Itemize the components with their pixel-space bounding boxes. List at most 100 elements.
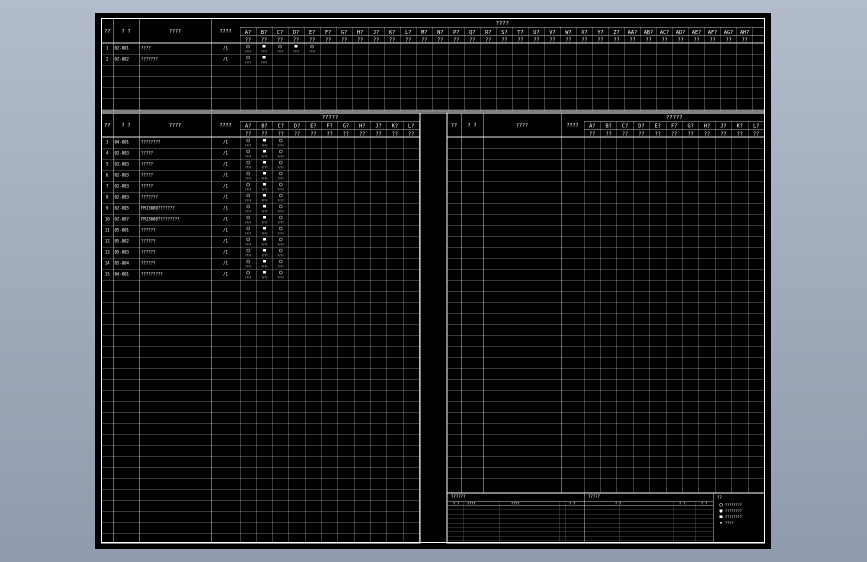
title-mid-col: ? ? [701,502,707,506]
cell-tag: ???? [261,188,268,192]
row-name: ??????? [141,57,158,62]
title-left-col: ? ? [453,502,459,506]
col-header-V: V? [549,30,555,36]
cad-drawing: ??????? ????????? A???B???C???D???E???F??… [101,18,765,544]
col-header-L: L? [405,30,411,36]
row-code: 05-002 [115,239,130,244]
cell-tag: ???? [261,144,268,148]
col-sub-header: ?? [278,132,284,138]
col-sub-header: ?? [408,132,414,138]
row-name: ?????? [141,261,156,266]
row-no: 7 [106,184,109,189]
col-header-K: K? [737,124,743,130]
col-header-K: K? [392,124,398,130]
row-no: 14 [105,261,110,266]
col-sub-header: ?? [341,38,347,44]
col-sub-header: ?? [245,132,251,138]
col-header-F: F? [327,124,333,130]
cell-tag: ???? [278,232,285,236]
col-header-J: J? [720,124,726,130]
col-sub-header: ?? [392,132,398,138]
circle-symbol-icon [246,259,250,264]
cell-tag: ???? [245,265,252,269]
col-sub-header: ?? [277,38,283,44]
circle-symbol-icon [310,44,314,49]
col-sub-header: ?? [359,132,365,138]
col-sub-header: ?? [688,132,694,138]
square-symbol-icon [719,515,723,518]
col-header-K: K? [389,30,395,36]
col-header-W: W? [565,30,571,36]
row-code: 02-003 [115,184,130,189]
row-qty: /1 [223,206,228,211]
col-sub-header: ?? [293,38,299,44]
title-mid-head: ????? [588,494,601,499]
col-sub-header: ?? [638,132,644,138]
cell-tag: ???? [278,188,285,192]
cell-tag: ???? [245,199,252,203]
cell-tag: ???? [261,232,268,236]
col-header-B: B? [261,30,267,36]
title-left-head: ?????? [451,494,466,499]
col-sub-header: ?? [549,38,555,44]
cell-tag: ???? [261,61,268,65]
square-symbol-icon [262,149,266,153]
col-header-name: ???? [169,123,181,129]
col-header-name: ???? [516,123,528,129]
row-qty: /1 [223,46,228,51]
col-sub-header: ?? [565,38,571,44]
circle-symbol-icon [246,193,250,198]
col-sub-header: ?? [726,38,732,44]
square-symbol-icon [262,226,266,230]
row-code: 02-003 [115,195,130,200]
col-header-G: G? [687,124,693,130]
circle-symbol-icon [279,138,283,143]
cell-tag: ???? [245,155,252,159]
row-no: 12 [105,239,110,244]
col-header-Z: Z? [613,30,619,36]
cell-tag: ???? [261,210,268,214]
cell-tag: ???? [245,210,252,214]
row-code: 02-003 [115,173,130,178]
row-name: ????????? [141,272,163,277]
circle-symbol-icon [279,193,283,198]
col-sub-header: ?? [327,132,333,138]
circle-symbol-icon [279,160,283,165]
row-no: 2 [106,57,109,62]
col-header-no: ?? [451,123,457,129]
col-sub-header: ?? [325,38,331,44]
row-qty: /1 [223,151,228,156]
circle-symbol-icon [246,171,250,176]
col-header-name: ???? [169,29,181,35]
col-header-qty: ???? [219,29,231,35]
title-mid-col: ? ? [615,502,621,506]
row-no: 6 [106,173,109,178]
shield-symbol-icon [719,509,723,513]
col-sub-header: ?? [485,38,491,44]
col-sub-header: ?? [421,38,427,44]
col-header-AE: AE? [692,30,701,36]
circle-symbol-icon [279,182,283,187]
row-no: 11 [105,228,110,233]
circle-symbol-icon [246,270,250,275]
cell-tag: ???? [278,265,285,269]
row-code: 02-007 [115,217,130,222]
col-sub-header: ?? [645,38,651,44]
cell-tag: ???? [278,276,285,280]
row-no: 13 [105,250,110,255]
cell-tag: ???? [245,61,252,65]
cell-tag: ???? [245,144,252,148]
circle-symbol-icon [279,149,283,154]
col-sub-header: ?? [389,38,395,44]
col-sub-header: ?? [753,132,759,138]
square-symbol-icon [294,44,298,48]
col-sub-header: ?? [294,132,300,138]
circle-symbol-icon [246,237,250,242]
square-symbol-icon [262,237,266,241]
col-header-A: A? [589,124,595,130]
cell-tag: ???? [261,254,268,258]
col-header-F: F? [325,30,331,36]
col-header-H: H? [359,124,365,130]
row-qty: /1 [223,250,228,255]
cell-tag: ???? [261,166,268,170]
